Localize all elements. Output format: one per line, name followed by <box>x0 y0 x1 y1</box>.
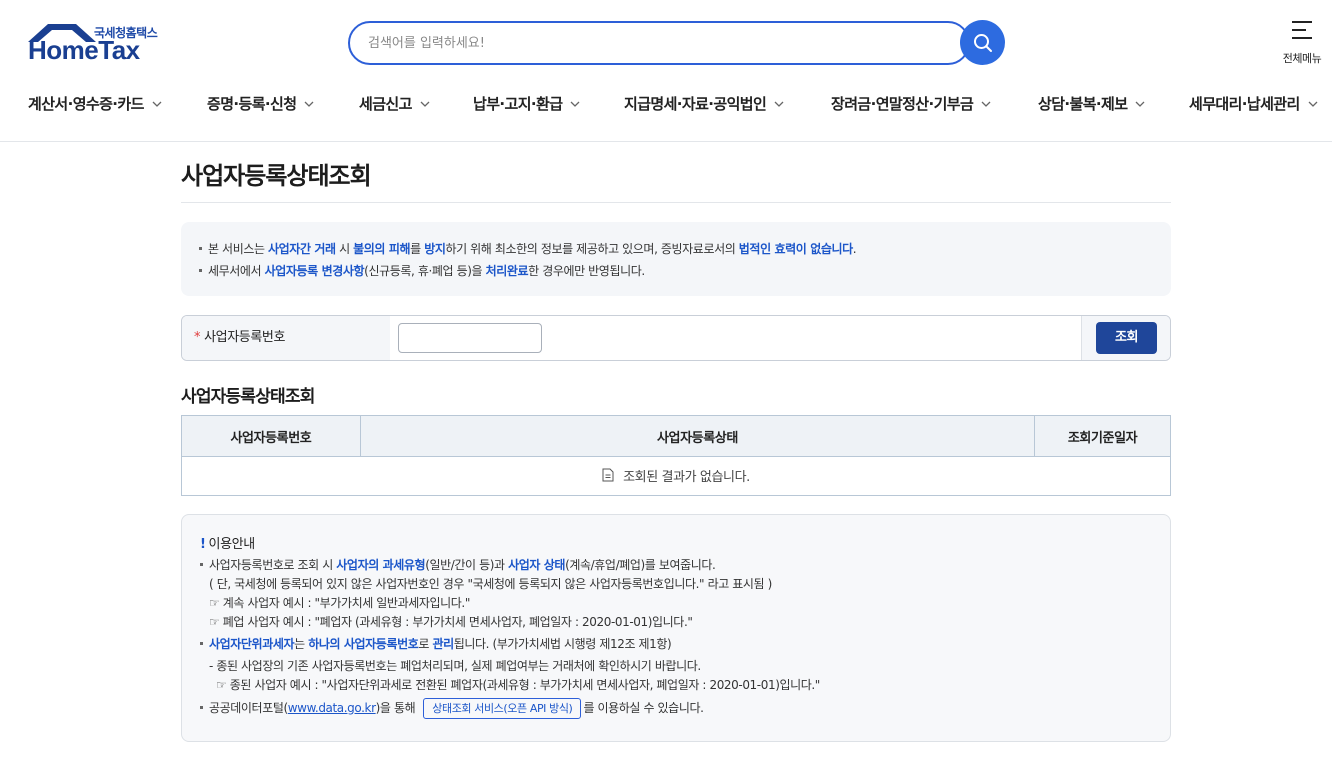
bullet <box>200 642 203 645</box>
lookup-button[interactable]: 조회 <box>1096 322 1157 354</box>
logo-title: HomeTax <box>28 35 140 65</box>
open-api-service-button[interactable]: 상태조회 서비스(오픈 API 방식) <box>423 698 582 719</box>
table-row: 조회된 결과가 없습니다. <box>182 457 1171 496</box>
chevron-down-icon <box>152 101 162 107</box>
header: 국세청홈택스 HomeTax 전체메뉴 계산서·영수증·카드 증명·등록·신청 … <box>0 0 1332 142</box>
business-number-label: * 사업자등록번호 <box>182 316 390 360</box>
document-icon <box>602 468 614 482</box>
guide-line: ( 단, 국세청에 등록되어 있지 않은 사업자번호인 경우 "국세청에 등록되… <box>209 577 772 591</box>
guide-title: ! 이용안내 <box>200 537 255 552</box>
chevron-down-icon <box>570 101 580 107</box>
bullet <box>200 706 203 709</box>
chevron-down-icon <box>774 101 784 107</box>
column-header: 사업자등록번호 <box>181 415 361 457</box>
guide-line: 공공데이터포털(www.data.go.kr)을 통해 상태조회 서비스(오픈 A… <box>200 698 1152 719</box>
hometax-logo[interactable]: 국세청홈택스 HomeTax <box>28 22 168 66</box>
main-navigation: 계산서·영수증·카드 증명·등록·신청 세금신고 납부·고지·환급 지급명세·자… <box>0 88 1332 120</box>
bullet <box>199 269 202 272</box>
gnb-item-tax-agent[interactable]: 세무대리·납세관리 <box>1189 93 1318 114</box>
column-header: 사업자등록상태 <box>359 415 1036 457</box>
page-title: 사업자등록상태조회 <box>181 162 372 190</box>
chevron-down-icon <box>1308 101 1318 107</box>
gnb-item-statements[interactable]: 지급명세·자료·공익법인 <box>624 93 784 114</box>
data-portal-link[interactable]: www.data.go.kr <box>288 701 376 715</box>
guide-line: 사업자단위과세자는 하나의 사업자등록번호로 관리됩니다. (부가가치세법 시행… <box>200 635 1152 654</box>
search-input[interactable] <box>350 23 968 63</box>
bullet <box>199 247 202 250</box>
chevron-down-icon <box>304 101 314 107</box>
notice-line-2: 세무서에서 사업자등록 변경사항(신규등록, 휴·폐업 등)을 처리완료한 경우… <box>199 260 1153 282</box>
bullet <box>200 563 203 566</box>
notice-line-1: 본 서비스는 사업자간 거래 시 불의의 피해를 방지하기 위해 최소한의 정보… <box>199 238 1153 260</box>
form-button-area: 조회 <box>1081 316 1170 360</box>
all-menu-label: 전체메뉴 <box>1282 52 1322 65</box>
gnb-item-certificate[interactable]: 증명·등록·신청 <box>207 93 314 114</box>
guide-line: ☞ 종된 사업자 예시 : "사업자단위과세로 전환된 폐업자(과세유형 : 부… <box>216 678 820 692</box>
guide-line: - 종된 사업장의 기존 사업자등록번호는 폐업처리되며, 실제 폐업여부는 거… <box>209 659 701 673</box>
guide-line: ☞ 계속 사업자 예시 : "부가가치세 일반과세자입니다." <box>209 596 470 610</box>
search-button[interactable] <box>960 20 1005 65</box>
result-table: 사업자등록번호 사업자등록상태 조회기준일자 조회된 결과가 없습니다. <box>181 415 1171 496</box>
gnb-item-consultation[interactable]: 상담·불복·제보 <box>1038 93 1145 114</box>
guide-line: ☞ 폐업 사업자 예시 : "폐업자 (과세유형 : 부가가치세 면세사업자, … <box>209 615 693 629</box>
gnb-item-invoice[interactable]: 계산서·영수증·카드 <box>28 93 162 114</box>
guide-line: 사업자등록번호로 조회 시 사업자의 과세유형(일반/간이 등)과 사업자 상태… <box>200 556 1152 575</box>
chevron-down-icon <box>1135 101 1145 107</box>
notice-box: 본 서비스는 사업자간 거래 시 불의의 피해를 방지하기 위해 최소한의 정보… <box>181 222 1171 296</box>
gnb-item-incentives[interactable]: 장려금·연말정산·기부금 <box>831 93 991 114</box>
chevron-down-icon <box>981 101 991 107</box>
exclamation-icon: ! <box>200 537 206 552</box>
all-menu-button[interactable]: 전체메뉴 <box>1276 20 1328 66</box>
search-box <box>348 21 970 65</box>
empty-result-message: 조회된 결과가 없습니다. <box>623 469 750 485</box>
table-header-row: 사업자등록번호 사업자등록상태 조회기준일자 <box>181 415 1171 457</box>
search-icon <box>973 33 992 52</box>
business-number-input[interactable] <box>398 323 542 353</box>
required-mark: * <box>194 330 201 345</box>
usage-guide-box: ! 이용안내 사업자등록번호로 조회 시 사업자의 과세유형(일반/간이 등)과 … <box>181 514 1171 742</box>
title-divider <box>181 202 1171 203</box>
gnb-item-payment[interactable]: 납부·고지·환급 <box>473 93 580 114</box>
hamburger-menu-icon <box>1292 21 1312 39</box>
empty-result-cell: 조회된 결과가 없습니다. <box>182 457 1171 496</box>
chevron-down-icon <box>420 101 430 107</box>
column-header: 조회기준일자 <box>1034 415 1171 457</box>
business-number-form: * 사업자등록번호 조회 <box>181 315 1171 361</box>
result-section-title: 사업자등록상태조회 <box>181 387 315 407</box>
gnb-item-tax-filing[interactable]: 세금신고 <box>359 93 430 114</box>
